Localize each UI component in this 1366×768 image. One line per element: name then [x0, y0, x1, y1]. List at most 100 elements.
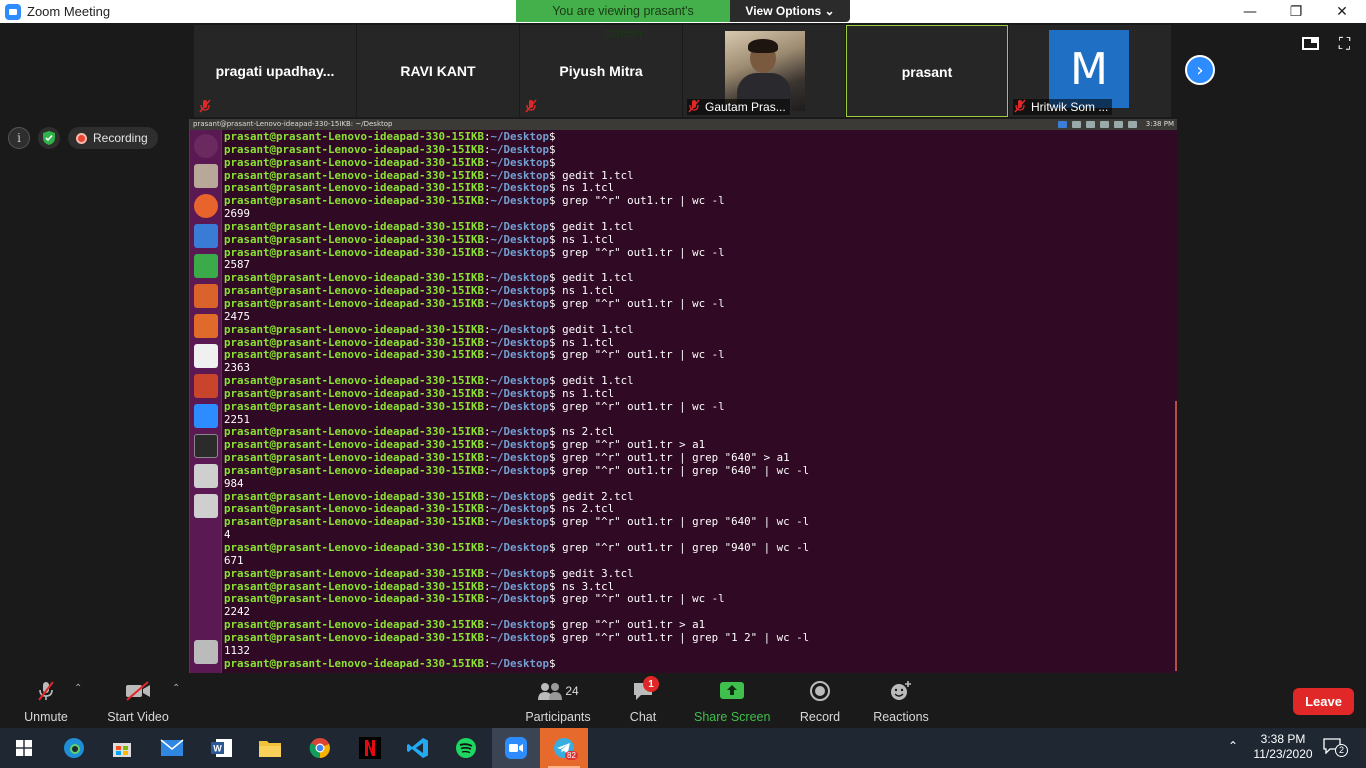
prompt-user: prasant@prasant-Lenovo-ideapad-330-15IKB: [224, 284, 485, 298]
prompt-path: ~/Desktop: [490, 142, 550, 156]
taskbar-date: 11/23/2020: [1253, 747, 1313, 761]
prompt-path: ~/Desktop: [490, 374, 550, 388]
terminal-command: gedit 1.tcl: [555, 219, 634, 233]
participant-tile[interactable]: M Hritwik Som ...: [1009, 25, 1171, 117]
terminal-command: grep "^r" out1.tr | grep "1 2" | wc -l: [555, 630, 810, 644]
share-screen-icon: [694, 679, 770, 703]
minimize-button[interactable]: —: [1227, 0, 1273, 23]
terminal-command: grep "^r" out1.tr | grep "640" | wc -l: [555, 463, 810, 477]
prompt-path: ~/Desktop: [490, 335, 550, 349]
participant-name: prasant: [901, 64, 953, 80]
participant-tile[interactable]: RAVI KANT: [357, 25, 519, 117]
word-icon[interactable]: W: [198, 728, 246, 768]
prompt-path: ~/Desktop: [490, 232, 550, 246]
reactions-icon: [872, 679, 930, 703]
prompt-path: ~/Desktop: [490, 502, 550, 516]
start-video-button[interactable]: Start Video: [104, 679, 172, 724]
terminal-command: grep "^r" out1.tr | wc -l: [555, 592, 725, 606]
maximize-button[interactable]: ❐: [1273, 0, 1319, 23]
participant-tile[interactable]: Gautam Pras...: [683, 25, 845, 117]
prompt-path: ~/Desktop: [490, 296, 550, 310]
amazon-icon: [194, 344, 218, 368]
drive-icon: [194, 494, 218, 518]
terminal-prompt-line: prasant@prasant-Lenovo-ideapad-330-15IKB…: [224, 399, 1174, 414]
prompt-path: ~/Desktop: [490, 399, 550, 413]
chrome-icon[interactable]: [296, 728, 344, 768]
file-explorer-icon[interactable]: [246, 728, 294, 768]
ubuntu-launcher: [190, 130, 222, 675]
netflix-icon[interactable]: [346, 728, 394, 768]
prompt-path: ~/Desktop: [490, 566, 550, 580]
prompt-path: ~/Desktop: [490, 348, 550, 362]
mail-icon[interactable]: [148, 728, 196, 768]
view-options-button[interactable]: View Options ⌄: [730, 0, 850, 22]
taskbar-clock[interactable]: 3:38 PM 11/23/2020: [1250, 732, 1316, 762]
fullscreen-icon[interactable]: ⛶: [1336, 35, 1353, 52]
prompt-user: prasant@prasant-Lenovo-ideapad-330-15IKB: [224, 374, 485, 388]
share-screen-button[interactable]: Share Screen: [694, 679, 770, 724]
telegram-unread-badge: 82: [565, 751, 578, 760]
prompt-user: prasant@prasant-Lenovo-ideapad-330-15IKB: [224, 168, 485, 182]
prompt-symbol: $: [549, 142, 556, 156]
vscode-icon[interactable]: [394, 728, 442, 768]
terminal-command: ns 1.tcl: [555, 335, 615, 349]
notification-center-icon[interactable]: 2: [1323, 738, 1348, 758]
video-off-icon: [104, 679, 172, 703]
prompt-symbol: $: [549, 656, 556, 670]
prompt-path: ~/Desktop: [490, 284, 550, 298]
terminal-command: ns 2.tcl: [555, 502, 615, 516]
terminal-command: grep "^r" out1.tr > a1: [555, 438, 706, 452]
close-button[interactable]: ✕: [1319, 0, 1365, 23]
record-button[interactable]: Record: [797, 679, 843, 724]
prompt-symbol: $: [549, 155, 556, 169]
terminal-command: ns 1.tcl: [555, 284, 615, 298]
windows-start-icon[interactable]: [0, 728, 48, 768]
participant-gallery: pragati upadhay... RAVI KANT Piyush Mitr…: [194, 25, 1172, 119]
video-options-caret-icon[interactable]: ⌃: [172, 683, 180, 694]
terminal-command: grep "^r" out1.tr | wc -l: [555, 399, 725, 413]
participant-tile[interactable]: pragati upadhay...: [194, 25, 356, 117]
tray-chevron-icon[interactable]: ⌃: [1228, 739, 1238, 753]
participants-count: 24: [565, 684, 579, 698]
layout-toggle-icon[interactable]: [1302, 37, 1319, 50]
chat-button[interactable]: 1 Chat: [621, 676, 665, 724]
prompt-path: ~/Desktop: [490, 630, 550, 644]
prompt-user: prasant@prasant-Lenovo-ideapad-330-15IKB: [224, 322, 485, 336]
recording-indicator[interactable]: Recording: [68, 127, 158, 149]
info-icon[interactable]: i: [8, 127, 30, 149]
edge-browser-icon[interactable]: [50, 728, 98, 768]
leave-meeting-button[interactable]: Leave: [1293, 688, 1354, 715]
prompt-user: prasant@prasant-Lenovo-ideapad-330-15IKB: [224, 463, 485, 477]
microsoft-store-icon[interactable]: [98, 728, 146, 768]
prompt-path: ~/Desktop: [490, 579, 550, 593]
terminal-command: grep "^r" out1.tr | wc -l: [555, 245, 725, 259]
terminal-command: grep "^r" out1.tr | wc -l: [555, 194, 725, 208]
prompt-path: ~/Desktop: [490, 386, 550, 400]
prompt-path: ~/Desktop: [490, 245, 550, 259]
participants-button[interactable]: 24 Participants: [524, 679, 592, 724]
shared-screen[interactable]: prasant@prasant-Lenovo-ideapad-330-15IKB…: [189, 119, 1177, 675]
telegram-taskbar-icon[interactable]: 82: [540, 728, 588, 768]
zoom-taskbar-icon[interactable]: [492, 728, 540, 768]
terminal-prompt-line: prasant@prasant-Lenovo-ideapad-330-15IKB…: [224, 296, 1174, 311]
spotify-icon[interactable]: [442, 728, 490, 768]
reactions-button[interactable]: Reactions: [872, 679, 930, 724]
settings-icon: [194, 374, 218, 398]
prompt-user: prasant@prasant-Lenovo-ideapad-330-15IKB: [224, 630, 485, 644]
trash-icon: [194, 640, 218, 664]
mic-muted-icon: [688, 99, 700, 113]
terminal-command: grep "^r" out1.tr | grep "640" > a1: [555, 451, 790, 465]
prompt-user: prasant@prasant-Lenovo-ideapad-330-15IKB: [224, 130, 485, 143]
security-shield-icon[interactable]: [38, 127, 60, 149]
taskbar-time: 3:38 PM: [1260, 732, 1306, 746]
next-page-arrow-icon[interactable]: ›: [1185, 55, 1215, 85]
terminal-icon: [194, 434, 218, 458]
participant-avatar: M: [1049, 30, 1129, 108]
prompt-user: prasant@prasant-Lenovo-ideapad-330-15IKB: [224, 451, 485, 465]
prompt-user: prasant@prasant-Lenovo-ideapad-330-15IKB: [224, 502, 485, 516]
participant-tile[interactable]: Piyush Mitra: [520, 25, 682, 117]
prompt-user: prasant@prasant-Lenovo-ideapad-330-15IKB: [224, 348, 485, 362]
participant-tile-active-speaker[interactable]: prasant: [846, 25, 1008, 117]
audio-options-caret-icon[interactable]: ⌃: [74, 683, 82, 694]
unmute-button[interactable]: Unmute: [18, 679, 74, 724]
